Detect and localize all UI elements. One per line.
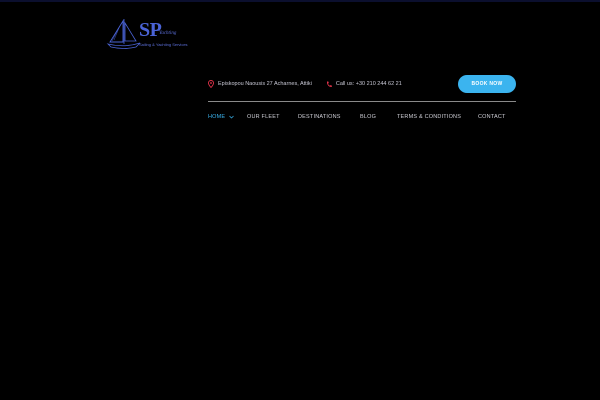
logo-subtitle: Yachting (159, 31, 177, 36)
nav-item-destinations[interactable]: DESTINATIONS (298, 111, 341, 123)
map-pin-icon (208, 80, 214, 88)
top-accent-bar (0, 0, 600, 2)
contact-info: Episkopou Naousis 27 Acharnes, Attiki Ca… (208, 78, 402, 90)
phone-text[interactable]: Call us: +30 210 244 62 21 (336, 81, 402, 87)
nav-item-label: DESTINATIONS (298, 114, 341, 120)
site-logo[interactable]: SP Yachting Sailing & Yachting Services (106, 18, 188, 50)
nav-item-label: CONTACT (478, 114, 506, 120)
header-divider (208, 101, 516, 102)
logo-tagline: Sailing & Yachting Services (139, 42, 188, 47)
address-text: Episkopou Naousis 27 Acharnes, Attiki (218, 81, 312, 87)
nav-item-label: BLOG (360, 114, 377, 120)
book-now-button[interactable]: BOOK NOW (458, 75, 516, 93)
logo-letters: SP (139, 19, 162, 41)
nav-item-label: HOME (208, 114, 226, 120)
chevron-down-icon (229, 115, 235, 119)
nav-item-contact[interactable]: CONTACT (478, 111, 506, 123)
page: SP Yachting Sailing & Yachting Services … (0, 0, 600, 400)
nav-item-label: TERMS & CONDITIONS (397, 114, 462, 120)
phone-item[interactable]: Call us: +30 210 244 62 21 (326, 81, 402, 88)
nav-item-terms-conditions[interactable]: TERMS & CONDITIONS (397, 111, 461, 123)
main-nav: HOME OUR FLEET DESTINATIONS BLOG TERMS &… (208, 111, 516, 123)
address-item: Episkopou Naousis 27 Acharnes, Attiki (208, 80, 312, 88)
nav-item-blog[interactable]: BLOG (360, 111, 376, 123)
phone-icon (326, 81, 332, 87)
sailboat-icon (106, 19, 141, 49)
nav-item-our-fleet[interactable]: OUR FLEET (247, 111, 280, 123)
nav-item-label: OUR FLEET (247, 114, 280, 120)
nav-item-home[interactable]: HOME (208, 111, 235, 123)
